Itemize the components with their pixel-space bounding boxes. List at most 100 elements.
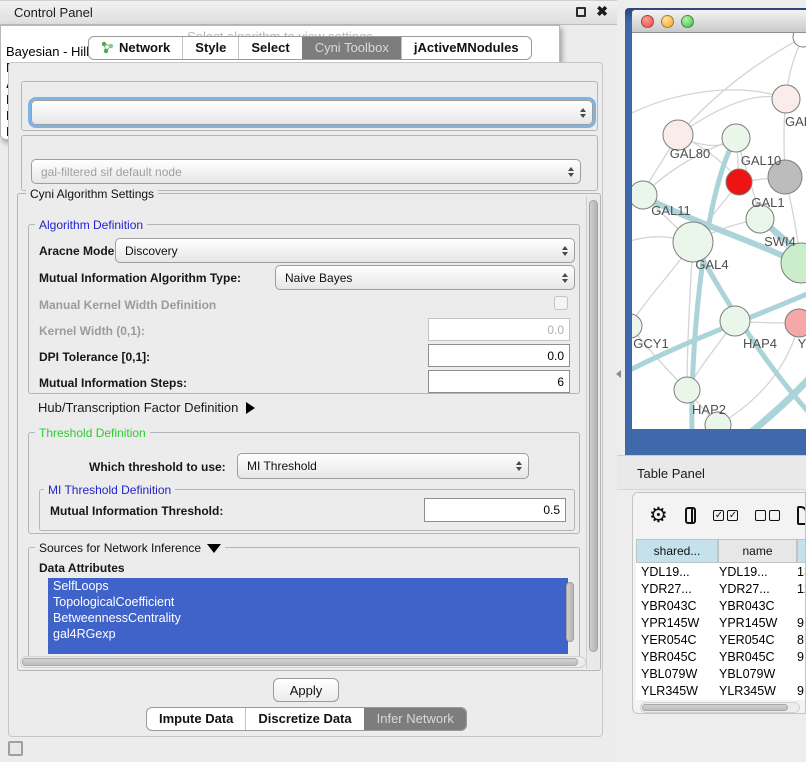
- algorithm-combobox[interactable]: [31, 100, 593, 125]
- node[interactable]: [772, 85, 800, 113]
- node-gcy1[interactable]: [632, 314, 642, 338]
- sources-section-toggle[interactable]: Sources for Network Inference: [35, 541, 225, 555]
- mi-steps-label: Mutual Information Steps:: [39, 376, 187, 390]
- node[interactable]: [785, 309, 806, 337]
- panel-title: Control Panel: [0, 5, 93, 20]
- list-item[interactable]: BetweennessCentrality: [48, 610, 568, 626]
- close-panel-icon[interactable]: ✖: [596, 3, 608, 20]
- node-hap2[interactable]: [674, 377, 700, 403]
- settings-scrollbar[interactable]: [586, 196, 599, 669]
- mi-threshold-input[interactable]: [424, 498, 566, 522]
- tab-network[interactable]: Network: [89, 37, 182, 59]
- table-panel: ⚙ ✓✓ shared... name YDL19...YDL19...13 Y…: [632, 492, 806, 714]
- table-row[interactable]: YLR345WYLR345W9.: [636, 682, 806, 699]
- list-item[interactable]: TopologicalCoefficient: [48, 594, 568, 610]
- select-all-checkboxes-icon[interactable]: ✓✓: [713, 510, 738, 521]
- tab-discretize-data[interactable]: Discretize Data: [245, 708, 363, 730]
- node[interactable]: [722, 124, 750, 152]
- list-item[interactable]: gal4RGexp: [48, 626, 568, 642]
- node-label: GAL4: [695, 257, 728, 272]
- table-hscrollbar-thumb[interactable]: [642, 704, 788, 711]
- data-attributes-list[interactable]: SelfLoops TopologicalCoefficient Between…: [48, 578, 568, 654]
- combo-arrows-icon: [562, 246, 568, 256]
- which-threshold-combobox[interactable]: MI Threshold: [237, 453, 529, 479]
- tab-jactivemnodules[interactable]: jActiveMNodules: [401, 37, 531, 59]
- gear-icon[interactable]: ⚙: [649, 505, 668, 526]
- close-window-icon[interactable]: [641, 15, 654, 28]
- float-panel-icon[interactable]: [576, 7, 586, 17]
- node-labels: GAL GAL80 GAL10 GAL1 GAL11 SWI4 GAL4 GCY…: [633, 114, 806, 417]
- tab-select[interactable]: Select: [238, 37, 301, 59]
- node-hap4[interactable]: [720, 306, 750, 336]
- minimized-panel-icon[interactable]: [8, 741, 23, 756]
- tab-infer-network[interactable]: Infer Network: [364, 708, 466, 730]
- table-row[interactable]: YPR145WYPR145W9.: [636, 614, 806, 631]
- node[interactable]: [793, 33, 806, 47]
- table-hscrollbar[interactable]: [640, 702, 800, 713]
- node-label: GAL11: [651, 203, 691, 218]
- network-window-titlebar[interactable]: [632, 10, 806, 33]
- node-label: Y: [798, 336, 806, 351]
- attribute-list-scrollbar-thumb[interactable]: [566, 582, 574, 642]
- tab-style[interactable]: Style: [182, 37, 238, 59]
- mi-threshold-definition-group: MI Threshold Definition Mutual Informati…: [39, 489, 575, 531]
- table-row[interactable]: YBL079WYBL079W: [636, 665, 806, 682]
- mi-algorithm-type-combobox[interactable]: Naive Bayes: [275, 265, 575, 290]
- node-label: GAL80: [670, 146, 710, 161]
- settings-hscrollbar[interactable]: [20, 656, 586, 668]
- table-row[interactable]: YBR043CYBR043C: [636, 597, 806, 614]
- node-gal1[interactable]: [726, 169, 752, 195]
- new-table-icon[interactable]: [797, 506, 806, 525]
- aracne-mode-combobox[interactable]: Discovery: [115, 238, 575, 263]
- table-row[interactable]: YIL052CYIL052C9.: [636, 699, 806, 700]
- table-panel-title: Table Panel: [637, 466, 705, 481]
- network-icon: [101, 41, 114, 54]
- dpi-tolerance-input[interactable]: [428, 344, 570, 367]
- column-header-name[interactable]: name: [718, 539, 797, 563]
- column-header-partial[interactable]: [797, 539, 806, 563]
- table-header-row: shared... name: [636, 539, 806, 563]
- minimize-window-icon[interactable]: [661, 15, 674, 28]
- list-item[interactable]: SelfLoops: [48, 578, 568, 594]
- manual-kernel-width-checkbox[interactable]: [554, 296, 568, 310]
- zoom-window-icon[interactable]: [681, 15, 694, 28]
- panel-divider-handle[interactable]: [616, 370, 621, 378]
- settings-hscrollbar-thumb[interactable]: [22, 658, 578, 666]
- combo-arrows-icon: [568, 167, 574, 177]
- node-label: HAP2: [692, 402, 726, 417]
- algorithm-definition-group: Algorithm Definition Aracne Mode: Discov…: [28, 224, 580, 394]
- table-row[interactable]: YDL19...YDL19...13: [636, 563, 806, 580]
- cyni-bottom-tabs: Impute Data Discretize Data Infer Networ…: [146, 707, 467, 731]
- apply-button[interactable]: Apply: [273, 678, 339, 702]
- table-row[interactable]: YBR045CYBR045C9.: [636, 648, 806, 665]
- control-panel-titlebar: Control Panel ✖: [0, 0, 617, 25]
- column-header-shared-name[interactable]: shared...: [636, 539, 718, 563]
- node[interactable]: [781, 243, 806, 283]
- table-body: YDL19...YDL19...13 YDR27...YDR27...12 YB…: [636, 563, 806, 700]
- node-label: GCY1: [633, 336, 668, 351]
- hub-factor-section-toggle[interactable]: Hub/Transcription Factor Definition: [38, 400, 255, 415]
- network-table-combobox[interactable]: gal-filtered sif default node: [31, 159, 581, 184]
- settings-scrollbar-thumb[interactable]: [589, 200, 598, 652]
- node-label: HAP4: [743, 336, 777, 351]
- deselect-all-checkboxes-icon[interactable]: [755, 510, 780, 521]
- dpi-tolerance-label: DPI Tolerance [0,1]:: [39, 350, 150, 364]
- cyni-toolbox-panel: gal-filtered sif default node Cyni Algor…: [8, 62, 603, 737]
- node-label: GAL: [785, 114, 806, 129]
- columns-icon[interactable]: [685, 507, 697, 524]
- node-gal4[interactable]: [673, 222, 713, 262]
- table-panel-titlebar: Table Panel: [617, 455, 806, 490]
- mi-steps-input[interactable]: [428, 370, 570, 393]
- node-label: GAL10: [741, 153, 781, 168]
- table-row[interactable]: YER054CYER054C8.: [636, 631, 806, 648]
- attribute-list-scrollbar[interactable]: [566, 582, 576, 650]
- group-title: Algorithm Definition: [35, 218, 147, 232]
- network-canvas[interactable]: GAL GAL80 GAL10 GAL1 GAL11 SWI4 GAL4 GCY…: [632, 33, 806, 429]
- group-title: Threshold Definition: [35, 426, 150, 440]
- node-label: GAL1: [751, 195, 784, 210]
- tab-cyni-toolbox[interactable]: Cyni Toolbox: [302, 37, 401, 59]
- aracne-mode-label: Aracne Mode:: [39, 244, 118, 258]
- table-row[interactable]: YDR27...YDR27...12: [636, 580, 806, 597]
- tab-impute-data[interactable]: Impute Data: [147, 708, 245, 730]
- kernel-width-input[interactable]: [428, 318, 570, 341]
